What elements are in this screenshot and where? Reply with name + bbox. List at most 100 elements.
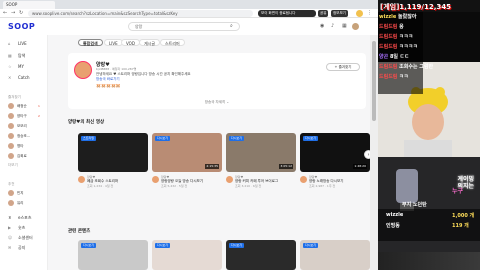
tab-title: SOOP: [6, 2, 18, 7]
url-field[interactable]: www.sooplive.com/search?szLocation=main&…: [28, 10, 253, 17]
station-link[interactable]: 방송국 바로가기: [96, 77, 120, 82]
share-button[interactable]: 공유: [318, 10, 329, 17]
notification-icon[interactable]: ♪: [331, 23, 334, 29]
stream-top-bar: [게임]1,119/12,345: [378, 0, 480, 12]
sidebar-item-notice[interactable]: ✉ 공지: [8, 245, 25, 251]
video-badge: 다시보기: [303, 136, 319, 141]
leaderboard-name: wizzle: [386, 212, 404, 218]
video-meta: 조회 5,432 · 5일 전: [161, 184, 188, 188]
info-button[interactable]: 정보보기: [331, 10, 348, 17]
search-icon[interactable]: ⌕: [230, 23, 233, 29]
video-card[interactable]: 다시보기 3:05:12 양랑♥ 양랑 커피 카페 투어 브이로그 조회 3,2…: [226, 133, 296, 188]
tab-bar: SOOP: [0, 0, 378, 9]
sidebar-item-esports[interactable]: ♜ e스포츠: [8, 215, 32, 221]
filter-tab-vod[interactable]: VOD: [121, 39, 140, 46]
sidebar-item-catch[interactable]: ✕ Catch: [8, 75, 30, 80]
site-header: SOOP 양랑 ⌕ ◉ ♪ ▦: [0, 18, 378, 35]
favorite-item[interactable]: 명타: [8, 143, 23, 149]
recommend-item[interactable]: 유리: [8, 200, 23, 206]
filter-tab-all[interactable]: 통합검색: [78, 39, 103, 46]
filter-tab-streamers[interactable]: 스트리머: [160, 39, 185, 46]
favorite-item[interactable]: 양타구: [8, 113, 27, 119]
avatar[interactable]: [352, 23, 359, 30]
video-badge: 스트리밍: [81, 136, 97, 141]
favorite-item[interactable]: 김희로: [8, 153, 27, 159]
video-thumbnail[interactable]: 다시보기 1:48:20: [300, 133, 370, 172]
video-card[interactable]: 다시보기 2:15:35 양랑♥ 양랑양랑 오늘 방송 다시보기 조회 5,43…: [152, 133, 222, 188]
neon-pink-text: 누구: [452, 188, 464, 195]
browser-tab[interactable]: SOOP: [3, 1, 55, 9]
video-badge: 다시보기: [229, 243, 245, 248]
related-thumbnail[interactable]: 다시보기: [78, 240, 148, 270]
video-duration: 3:05:12: [279, 164, 293, 169]
video-badge: 다시보기: [303, 243, 319, 248]
related-thumbnail[interactable]: 다시보기: [152, 240, 222, 270]
chat-user: 양곤: [379, 54, 389, 60]
sidebar-item-my[interactable]: ☆ MY: [8, 64, 24, 69]
video-card[interactable]: 다시보기 1:48:20 양랑♥ 양랑 노래방송 다시보기 조회 2,987 ·…: [300, 133, 370, 188]
streamer-meta: bjid8888 · 애청자 100,287명: [96, 67, 137, 71]
video-thumbnail[interactable]: 스트리밍: [78, 133, 148, 172]
favorite-name: 김희로: [17, 154, 27, 158]
follow-button[interactable]: + 즐겨찾기: [326, 63, 360, 71]
chat-text: 놀랐잖아: [398, 14, 417, 20]
address-bar-row: ← → ↻ www.sooplive.com/search?szLocation…: [0, 9, 378, 18]
sidebar-item-label: e스포츠: [18, 215, 32, 220]
chat-text: 조회수는 그럼반: [399, 64, 434, 70]
favorite-item[interactable]: 배정순: [8, 103, 27, 109]
video-thumbnail[interactable]: 다시보기 3:05:12: [226, 133, 296, 172]
home-icon: ⌂: [8, 41, 11, 46]
related-thumbnail[interactable]: 다시보기: [226, 240, 296, 270]
browser-profile-avatar[interactable]: [356, 10, 363, 17]
sidebar-item-shorts[interactable]: ▶ 숏츠: [8, 225, 25, 231]
grid-menu-icon[interactable]: ▦: [342, 23, 347, 29]
filter-tab-posts[interactable]: 게시글: [139, 39, 161, 46]
recommend-item[interactable]: 민지: [8, 190, 23, 196]
sidebar-item-label: 공지: [18, 245, 26, 250]
sidebar-item-label: 탐색: [18, 53, 26, 58]
avatar[interactable]: [226, 176, 233, 183]
avatar[interactable]: [78, 176, 85, 183]
forward-icon[interactable]: →: [11, 10, 15, 16]
sidebar-item-label: 숏츠: [18, 225, 26, 230]
trophy-icon: ♜: [8, 215, 12, 220]
chat-message: 드림드림 응: [379, 23, 404, 30]
related-thumbnail[interactable]: 다시보기: [300, 240, 370, 270]
sidebar: ⌂ LIVE ▦ 탐색 ☆ MY ✕ Catch 즐겨찾기 배정순 1 양타구 2 모모…: [0, 35, 48, 270]
recommend-name: 유리: [17, 201, 24, 205]
back-icon[interactable]: ←: [3, 10, 7, 16]
scrollbar-thumb[interactable]: [372, 41, 376, 121]
search-input[interactable]: 양랑: [128, 22, 240, 31]
reload-icon[interactable]: ↻: [19, 10, 23, 16]
broadcast-icon[interactable]: ◉: [320, 23, 324, 29]
favorites-more[interactable]: 더보기: [8, 163, 18, 168]
leaderboard-value: 1,000 개: [452, 213, 475, 219]
filter-tab-live[interactable]: LIVE: [104, 39, 123, 46]
avatar[interactable]: [74, 61, 92, 79]
overlay-notice: 보이 화면이 종료됩니다: [258, 10, 316, 17]
sidebar-item-social[interactable]: ☺ 소셜센터: [8, 235, 33, 241]
chat-user: wizzle: [379, 14, 397, 20]
avatar[interactable]: [152, 176, 159, 183]
profile-more-toggle[interactable]: 방송국 자세히 ⌄: [68, 100, 366, 105]
sidebar-item-label: MY: [18, 64, 24, 69]
sidebar-item-live[interactable]: ⌂ LIVE: [8, 41, 27, 46]
avatar[interactable]: [300, 176, 307, 183]
browser-window: SOOP ← → ↻ www.sooplive.com/search?szLoc…: [0, 0, 378, 270]
chat-text: ㅋㅋ: [399, 74, 409, 80]
video-thumbnail[interactable]: 다시보기 2:15:35: [152, 133, 222, 172]
video-badge: 다시보기: [229, 136, 245, 141]
avatar: [8, 123, 14, 129]
sidebar-item-explore[interactable]: ▦ 탐색: [8, 53, 25, 59]
page-scrollbar[interactable]: [370, 35, 378, 270]
more-menu-icon[interactable]: ⋮: [367, 10, 372, 16]
video-card[interactable]: 스트리밍 양랑♥ 폐급 조회수 스트리머 조회 1,234 · 4일 전: [78, 133, 148, 188]
leaderboard-name: 인띵동: [386, 223, 400, 229]
favorite-item[interactable]: 모모리: [8, 123, 27, 129]
chat-message: wizzle 놀랐잖아: [379, 13, 416, 20]
chat-text: 8일 ㄷㄷ: [389, 54, 409, 60]
recent-videos-title: 양랑♥의 최신 영상: [68, 120, 105, 125]
live-count: 1: [38, 104, 40, 108]
favorite-item[interactable]: 정승조...: [8, 133, 30, 139]
logo[interactable]: SOOP: [8, 22, 35, 31]
